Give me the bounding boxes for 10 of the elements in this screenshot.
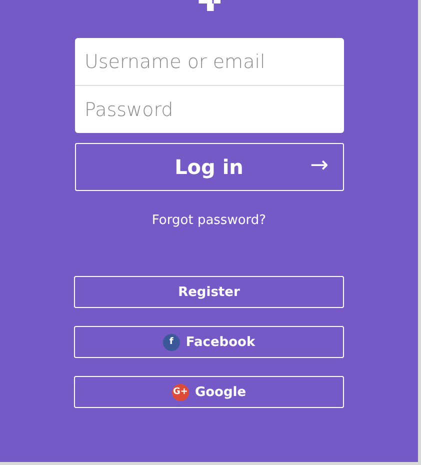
forgot-password-link[interactable]: Forgot password? <box>152 213 266 228</box>
google-button[interactable]: G+ Google <box>74 376 344 408</box>
login-button[interactable]: Log in → <box>74 143 344 191</box>
arrow-icon: → <box>310 153 328 178</box>
facebook-button[interactable]: f Facebook <box>74 326 344 358</box>
password-field[interactable]: Password <box>74 85 344 133</box>
google-plus-icon: G+ <box>172 384 189 400</box>
facebook-icon: f <box>162 334 180 350</box>
register-button[interactable]: Register <box>74 276 344 308</box>
username-field[interactable]: Username or email <box>74 38 344 85</box>
